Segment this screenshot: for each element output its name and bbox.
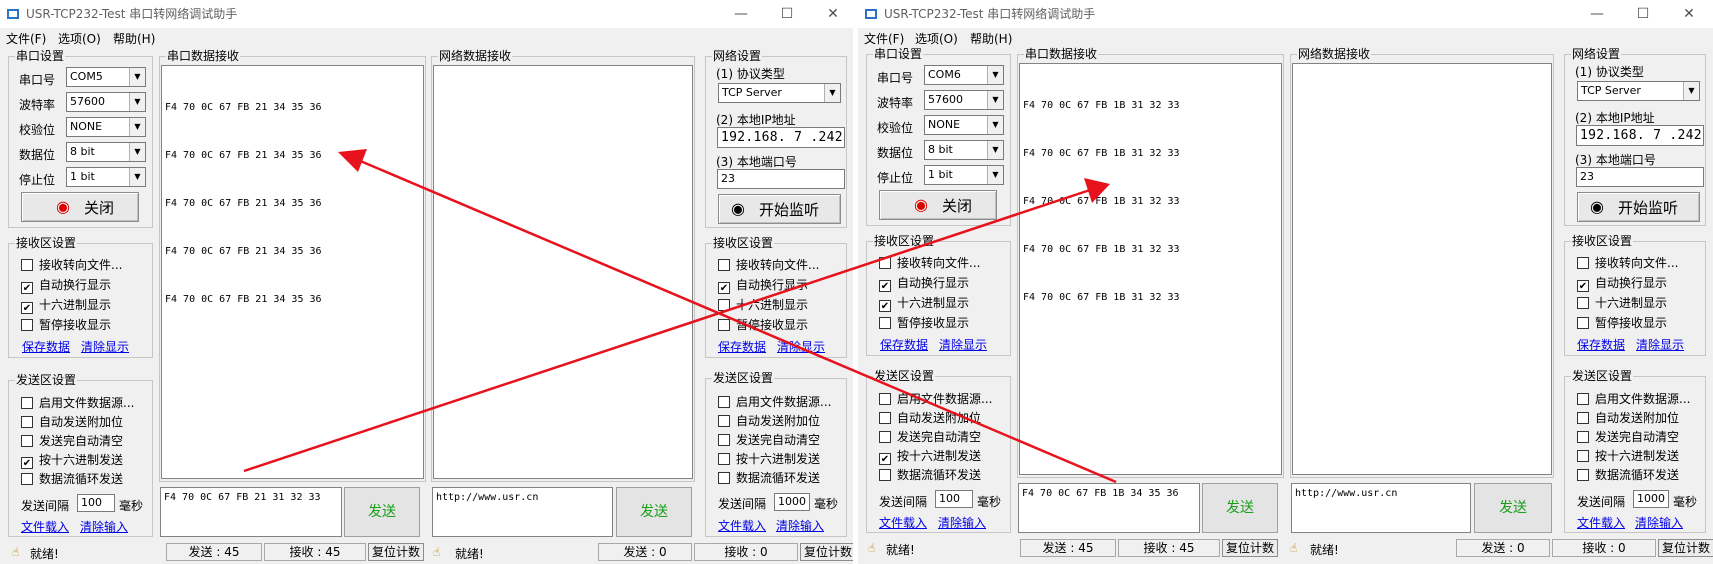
annotation-arrow-line bbox=[357, 158, 1117, 484]
annotation-arrow-line bbox=[243, 188, 1091, 473]
annotation-arrows bbox=[243, 149, 1117, 484]
annotation-arrowhead bbox=[338, 149, 367, 172]
